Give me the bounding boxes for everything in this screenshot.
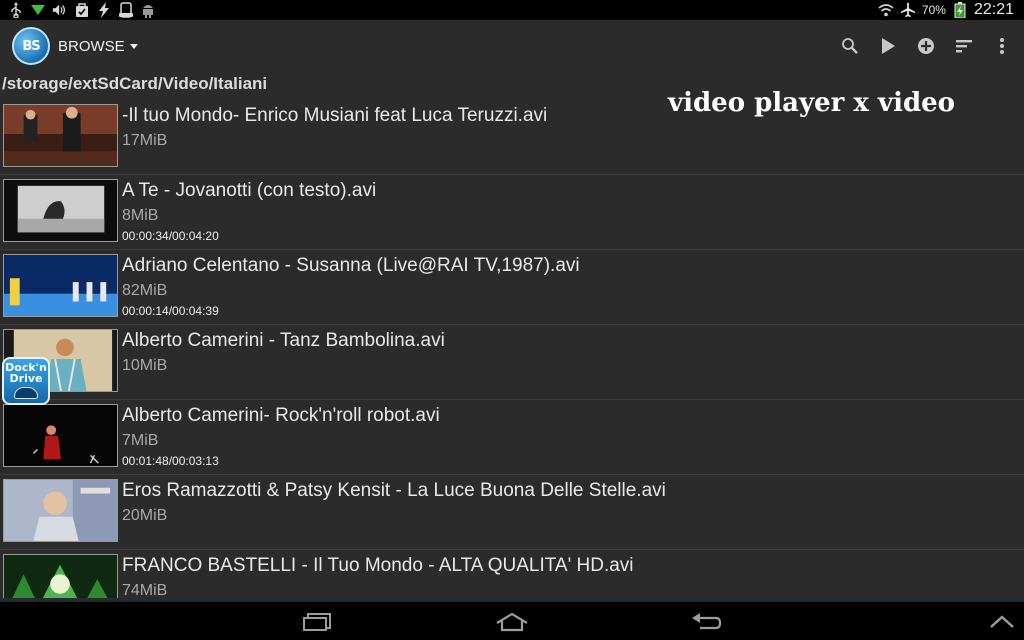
file-name: A Te - Jovanotti (con testo).avi xyxy=(122,180,377,201)
app-logo-text: BS xyxy=(22,38,40,54)
bag-check-icon xyxy=(74,2,90,18)
list-item[interactable]: FRANCO BASTELLI - Il Tuo Mondo - ALTA QU… xyxy=(0,550,1024,598)
steering-wheel-icon xyxy=(14,387,38,399)
status-bar: 70% 22:21 xyxy=(0,0,1024,20)
clock: 22:21 xyxy=(973,1,1014,18)
recents-icon[interactable] xyxy=(298,610,338,634)
android-icon xyxy=(140,2,156,18)
file-name: Eros Ramazzotti & Patsy Kensit - La Luce… xyxy=(122,480,666,501)
list-item[interactable]: Adriano Celentano - Susanna (Live@RAI TV… xyxy=(0,250,1024,325)
browse-dropdown[interactable]: BROWSE xyxy=(58,38,138,55)
file-size: 82MiB xyxy=(122,282,168,299)
overflow-icon[interactable] xyxy=(992,36,1012,56)
file-meta: A Te - Jovanotti (con testo).avi 8MiB 00… xyxy=(122,179,376,243)
list-item[interactable]: A Te - Jovanotti (con testo).avi 8MiB 00… xyxy=(0,175,1024,250)
charging-icon xyxy=(96,2,112,18)
video-thumbnail xyxy=(3,404,118,467)
current-path: /storage/extSdCard/Video/Italiani xyxy=(2,74,268,93)
watermark-text: video player x video xyxy=(668,88,956,118)
chevron-up-icon[interactable] xyxy=(982,610,1022,634)
action-bar: BS BROWSE xyxy=(0,20,1024,72)
file-size: 8MiB xyxy=(122,207,159,224)
navigation-bar xyxy=(0,600,1024,640)
file-size: 74MiB xyxy=(122,582,168,598)
file-meta: Alberto Camerini- Rock'n'roll robot.avi … xyxy=(122,404,440,468)
file-size: 20MiB xyxy=(122,507,168,524)
play-icon[interactable] xyxy=(878,36,898,56)
file-size: 10MiB xyxy=(122,357,168,374)
wifi-icon xyxy=(878,2,894,18)
status-notifications xyxy=(0,2,156,18)
file-name: -Il tuo Mondo- Enrico Musiani feat Luca … xyxy=(122,105,548,126)
wifi-down-icon xyxy=(30,2,46,18)
video-thumbnail xyxy=(3,479,118,542)
file-list[interactable]: -Il tuo Mondo- Enrico Musiani feat Luca … xyxy=(0,100,1024,598)
app-logo[interactable]: BS xyxy=(12,27,50,65)
file-name: Alberto Camerini- Rock'n'roll robot.avi xyxy=(122,405,440,426)
file-meta: -Il tuo Mondo- Enrico Musiani feat Luca … xyxy=(122,104,547,153)
browse-label: BROWSE xyxy=(58,37,125,55)
status-system: 70% 22:21 xyxy=(878,1,1024,19)
playback-position: 00:00:34/00:04:20 xyxy=(122,229,219,243)
video-thumbnail xyxy=(3,104,118,167)
video-thumbnail xyxy=(3,554,118,598)
file-name: FRANCO BASTELLI - Il Tuo Mondo - ALTA QU… xyxy=(122,555,634,576)
file-meta: FRANCO BASTELLI - Il Tuo Mondo - ALTA QU… xyxy=(122,554,634,598)
volume-icon xyxy=(52,2,68,18)
file-name: Adriano Celentano - Susanna (Live@RAI TV… xyxy=(122,255,580,276)
playback-position: 00:01:48/00:03:13 xyxy=(122,454,219,468)
file-meta: Adriano Celentano - Susanna (Live@RAI TV… xyxy=(122,254,580,318)
airplane-icon xyxy=(900,2,916,18)
badge-line2: Drive xyxy=(9,372,43,385)
playback-position: 00:00:14/00:04:39 xyxy=(122,304,219,318)
file-meta: Alberto Camerini - Tanz Bambolina.avi 10… xyxy=(122,329,445,378)
file-size: 7MiB xyxy=(122,432,159,449)
back-icon[interactable] xyxy=(686,610,726,634)
video-thumbnail xyxy=(3,254,118,317)
docknDrive-badge[interactable]: Dock'n Drive xyxy=(2,357,50,405)
video-thumbnail xyxy=(3,179,118,242)
list-item[interactable]: Alberto Camerini- Rock'n'roll robot.avi … xyxy=(0,400,1024,475)
search-icon[interactable] xyxy=(840,36,860,56)
phone-icon xyxy=(118,2,134,18)
action-buttons xyxy=(840,36,1024,56)
list-item[interactable]: Alberto Camerini - Tanz Bambolina.avi 10… xyxy=(0,325,1024,400)
add-icon[interactable] xyxy=(916,36,936,56)
file-meta: Eros Ramazzotti & Patsy Kensit - La Luce… xyxy=(122,479,666,528)
caret-down-icon xyxy=(129,43,138,49)
battery-percent: 70% xyxy=(921,3,946,17)
usb-icon xyxy=(8,2,24,18)
list-item[interactable]: Eros Ramazzotti & Patsy Kensit - La Luce… xyxy=(0,475,1024,550)
sort-icon[interactable] xyxy=(954,36,974,56)
file-size: 17MiB xyxy=(122,132,168,149)
home-icon[interactable] xyxy=(492,610,532,634)
battery-icon xyxy=(952,2,968,18)
file-name: Alberto Camerini - Tanz Bambolina.avi xyxy=(122,330,445,351)
